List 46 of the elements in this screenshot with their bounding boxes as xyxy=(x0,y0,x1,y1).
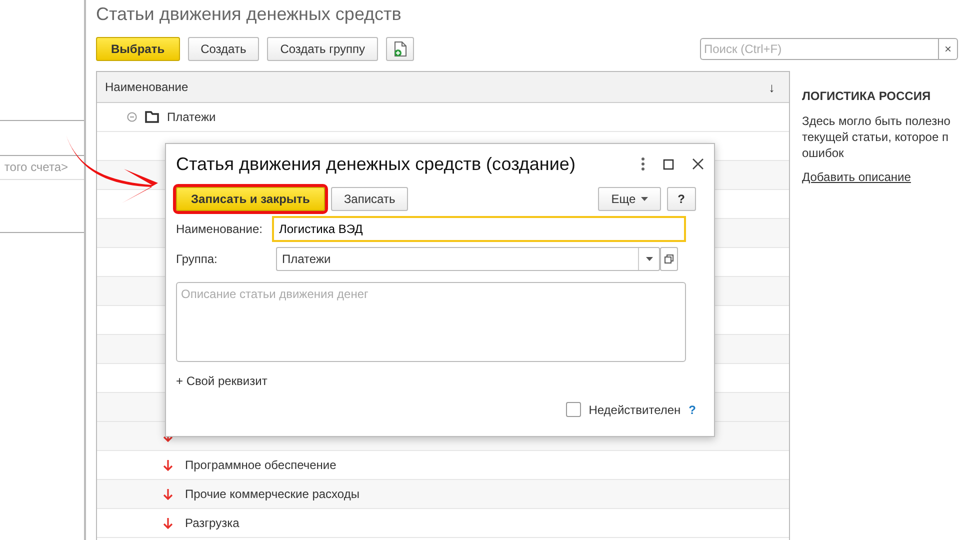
name-field[interactable]: Логистика ВЭД xyxy=(272,216,686,242)
menu-icon[interactable] xyxy=(641,157,645,171)
help-link[interactable]: ? xyxy=(688,402,696,416)
help-button[interactable]: ? xyxy=(666,187,696,211)
select-button[interactable]: Выбрать xyxy=(96,37,180,61)
row-name: Разгрузка xyxy=(185,516,240,530)
add-document-icon xyxy=(393,41,408,57)
description-text: Здесь могло быть полезно xyxy=(802,113,950,129)
info-title: ЛОГИСТИКА РОССИЯ xyxy=(802,89,932,103)
toolbar-button[interactable]: Создать xyxy=(188,37,260,61)
description-field[interactable]: Описание статьи движения денег xyxy=(176,282,686,362)
save-button[interactable]: Записать xyxy=(330,187,408,211)
row-name: Платежи xyxy=(167,110,216,124)
header-text: Наименование xyxy=(105,80,188,94)
field-label: Группа: xyxy=(176,252,218,266)
search-field[interactable]: Поиск (Ctrl+F) xyxy=(700,38,938,60)
column-header[interactable]: Наименование ↓ xyxy=(97,72,789,102)
clear-button[interactable]: × xyxy=(938,38,958,60)
open-button[interactable] xyxy=(660,247,678,271)
dialog-title: Статья движения денежных средств (создание) xyxy=(176,154,576,174)
field-label: Наименование: xyxy=(176,222,264,236)
more-button[interactable]: Еще xyxy=(598,187,661,211)
close-icon[interactable] xyxy=(692,158,704,170)
down-arrow-icon xyxy=(163,459,173,471)
caret-icon xyxy=(646,257,652,261)
sort-indicator[interactable]: ↓ xyxy=(768,80,775,94)
row-name: Программное обеспечение xyxy=(185,458,336,472)
down-arrow-icon xyxy=(163,517,173,529)
checkbox-label: Недействителен xyxy=(588,402,681,416)
folder-icon xyxy=(145,111,159,123)
add-attribute-link[interactable]: + Свой реквизит xyxy=(176,374,268,388)
collapse-icon[interactable] xyxy=(127,112,137,122)
page-title: Статьи движения денежных средств xyxy=(96,3,402,26)
toolbar-button[interactable]: Создать группу xyxy=(267,37,378,61)
down-arrow-icon xyxy=(163,488,173,500)
add-description-link[interactable]: Добавить описание xyxy=(802,170,950,184)
description-text: текущей статьи, которое п xyxy=(802,129,950,145)
save-and-close-button[interactable]: Записать и закрыть xyxy=(176,187,325,211)
cell-text: того счета> xyxy=(3,159,69,176)
description-text: ошибок xyxy=(802,145,845,161)
copy-button[interactable] xyxy=(386,37,414,61)
row-name: Прочие коммерческие расходы xyxy=(185,487,360,501)
maximize-icon[interactable] xyxy=(663,158,674,170)
caret-icon xyxy=(640,197,648,201)
group-field[interactable]: Платежи xyxy=(276,247,660,271)
windows-icon xyxy=(664,254,674,264)
